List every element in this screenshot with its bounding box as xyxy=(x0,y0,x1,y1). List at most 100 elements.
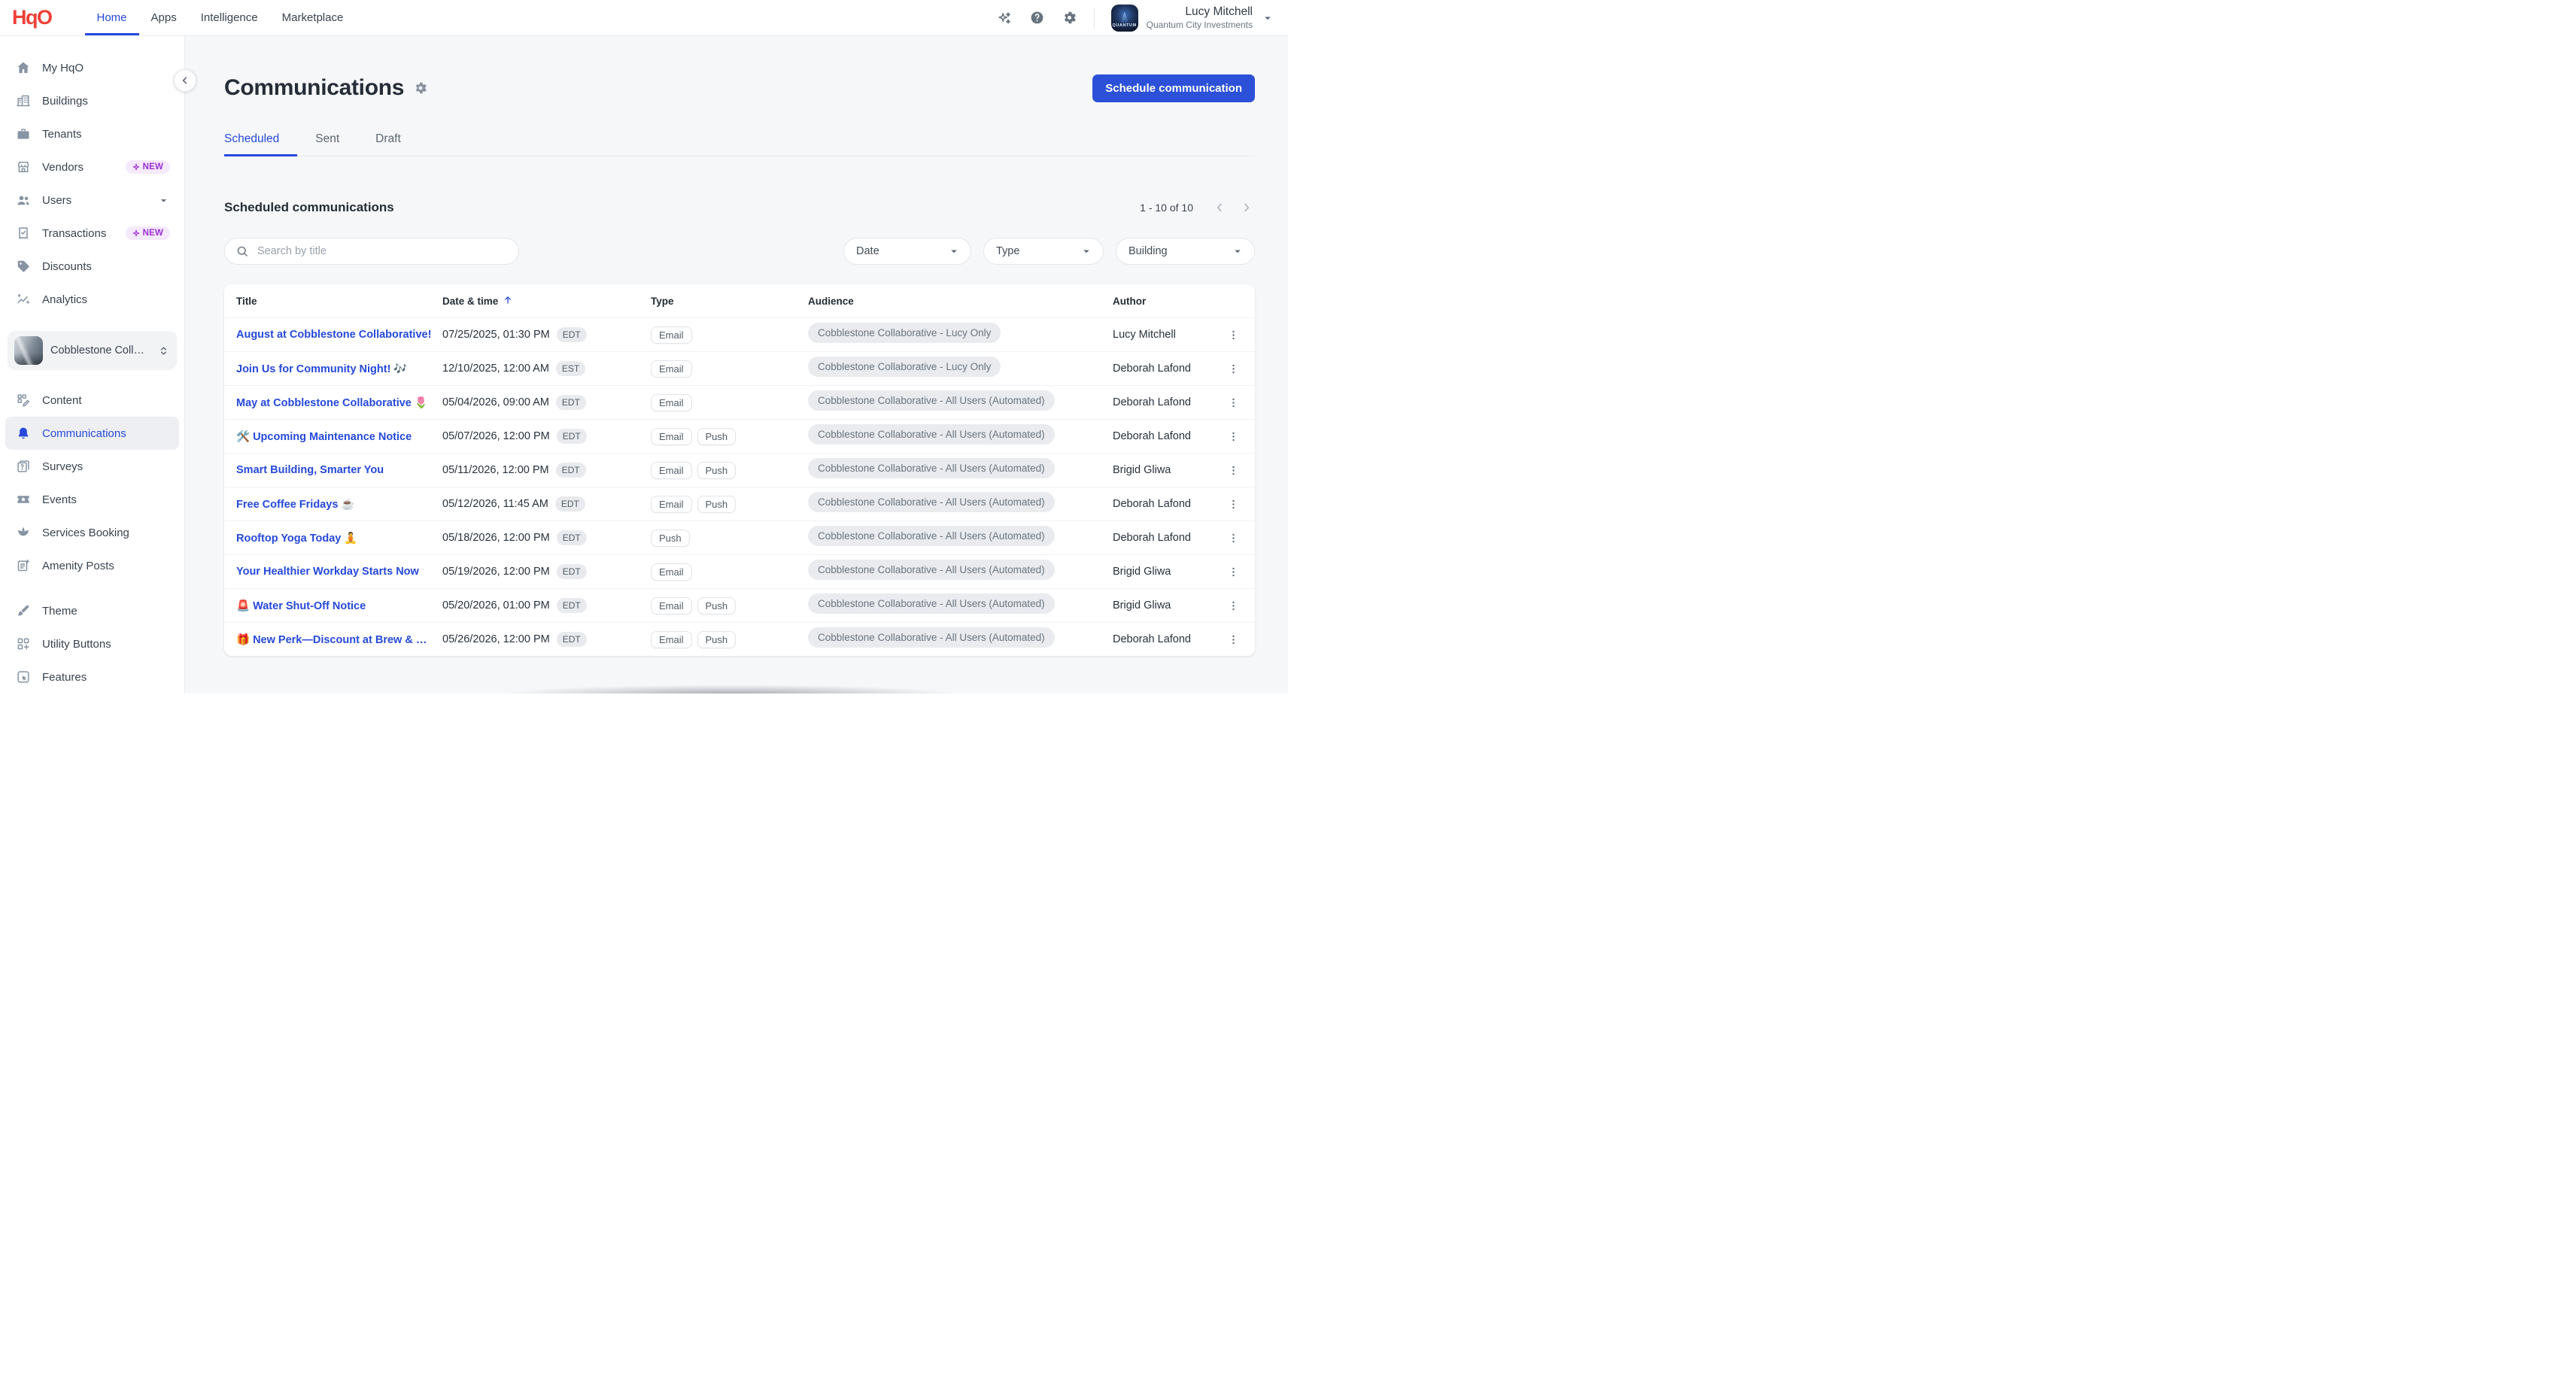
communication-title-link[interactable]: 🎁 New Perk—Discount at Brew & Be… xyxy=(236,633,442,646)
row-actions-kebab-icon[interactable] xyxy=(1225,428,1242,445)
communication-title-link[interactable]: Rooftop Yoga Today 🧘 xyxy=(236,532,442,545)
sidebar-item-features[interactable]: Features xyxy=(5,660,179,694)
sidebar-item-discounts[interactable]: Discounts xyxy=(5,250,179,283)
communication-title-link[interactable]: Join Us for Community Night! 🎶 xyxy=(236,363,442,375)
tab-sent[interactable]: Sent xyxy=(315,132,357,156)
events-icon xyxy=(16,492,31,507)
row-actions-kebab-icon[interactable] xyxy=(1225,530,1242,547)
main-content: Communications Schedule communication Sc… xyxy=(185,36,1288,694)
help-icon[interactable] xyxy=(1029,10,1045,26)
building-selector-label: Cobblestone Collabo… xyxy=(50,344,150,357)
communication-title-link[interactable]: August at Cobblestone Collaborative! xyxy=(236,329,442,341)
communication-title-link[interactable]: Smart Building, Smarter You xyxy=(236,464,442,476)
topbar-divider xyxy=(1094,8,1095,28)
sidebar-settings-group: Theme Utility Buttons Features xyxy=(0,594,184,694)
type-badge: Email xyxy=(651,462,692,479)
column-header-type[interactable]: Type xyxy=(651,296,808,307)
row-types: Email xyxy=(651,360,808,378)
nav-item-marketplace[interactable]: Marketplace xyxy=(270,0,356,35)
user-menu[interactable]: QUANTUM Lucy Mitchell Quantum City Inves… xyxy=(1111,5,1274,32)
type-badge: Email xyxy=(651,394,692,411)
type-badge: Email xyxy=(651,631,692,648)
communication-title-link[interactable]: 🛠️ Upcoming Maintenance Notice xyxy=(236,430,442,443)
sidebar-item-theme[interactable]: Theme xyxy=(5,594,179,627)
analytics-icon xyxy=(16,292,31,307)
search-input[interactable] xyxy=(256,244,508,258)
table-row: 🎁 New Perk—Discount at Brew & Be… 05/26/… xyxy=(224,622,1255,656)
row-date: 05/18/2026, 12:00 PM xyxy=(442,532,550,544)
sort-ascending-icon xyxy=(503,295,513,308)
sidebar-item-transactions[interactable]: Transactions NEW xyxy=(5,217,179,250)
row-author: Brigid Gliwa xyxy=(1113,599,1209,612)
sidebar-item-amenity-posts[interactable]: Amenity Posts xyxy=(5,549,179,582)
row-actions-kebab-icon[interactable] xyxy=(1225,360,1242,378)
column-header-audience[interactable]: Audience xyxy=(808,296,1113,307)
row-author: Lucy Mitchell xyxy=(1113,329,1209,341)
audience-badge: Cobblestone Collaborative - All Users (A… xyxy=(808,627,1055,648)
row-actions-kebab-icon[interactable] xyxy=(1225,631,1242,648)
column-header-date-time[interactable]: Date & time xyxy=(442,295,651,308)
row-actions-kebab-icon[interactable] xyxy=(1225,597,1242,615)
row-author: Brigid Gliwa xyxy=(1113,566,1209,578)
row-actions-kebab-icon[interactable] xyxy=(1225,326,1242,344)
row-actions-kebab-icon[interactable] xyxy=(1225,394,1242,411)
chevron-down-icon xyxy=(1231,244,1244,258)
spa-icon xyxy=(16,525,31,540)
row-actions-kebab-icon[interactable] xyxy=(1225,462,1242,479)
filter-date[interactable]: Date xyxy=(843,238,971,265)
home-icon xyxy=(16,60,31,75)
top-bar: HqO Home Apps Intelligence Marketplace Q… xyxy=(0,0,1288,36)
row-author: Deborah Lafond xyxy=(1113,396,1209,408)
sidebar-item-events[interactable]: Events xyxy=(5,483,179,516)
pagination-prev-icon[interactable] xyxy=(1211,199,1228,216)
communications-settings-gear-icon[interactable] xyxy=(413,80,428,96)
tab-draft[interactable]: Draft xyxy=(375,132,419,156)
communication-title-link[interactable]: Free Coffee Fridays ☕ xyxy=(236,498,442,511)
row-author: Deborah Lafond xyxy=(1113,363,1209,375)
pagination-next-icon[interactable] xyxy=(1238,199,1255,216)
type-badge: Push xyxy=(697,462,737,479)
sidebar-item-tenants[interactable]: Tenants xyxy=(5,117,179,150)
row-author: Deborah Lafond xyxy=(1113,498,1209,510)
row-types: Email Push xyxy=(651,462,808,479)
filter-type[interactable]: Type xyxy=(983,238,1104,265)
sidebar-item-analytics[interactable]: Analytics xyxy=(5,283,179,316)
type-badge: Push xyxy=(697,631,737,648)
sidebar-item-services-booking[interactable]: Services Booking xyxy=(5,516,179,549)
settings-icon[interactable] xyxy=(1062,10,1077,26)
section-title: Scheduled communications xyxy=(224,200,394,215)
audience-badge: Cobblestone Collaborative - All Users (A… xyxy=(808,390,1055,411)
sidebar-item-users[interactable]: Users xyxy=(5,184,179,217)
communication-title-link[interactable]: May at Cobblestone Collaborative 🌷 xyxy=(236,396,442,409)
chevron-down-icon xyxy=(1261,11,1274,25)
sparkles-icon[interactable] xyxy=(996,10,1013,26)
building-selector[interactable]: Cobblestone Collabo… xyxy=(8,331,177,370)
table-row: Rooftop Yoga Today 🧘 05/18/2026, 12:00 P… xyxy=(224,521,1255,554)
sidebar-item-my-hqo[interactable]: My HqO xyxy=(5,51,179,84)
filter-building[interactable]: Building xyxy=(1116,238,1255,265)
sidebar-item-buildings[interactable]: Buildings xyxy=(5,84,179,117)
pagination: 1 - 10 of 10 xyxy=(1140,199,1255,216)
sidebar-item-surveys[interactable]: Surveys xyxy=(5,450,179,483)
storefront-icon xyxy=(16,159,31,175)
tab-scheduled[interactable]: Scheduled xyxy=(224,132,297,156)
column-header-title[interactable]: Title xyxy=(236,296,442,307)
type-badge: Email xyxy=(651,597,692,615)
table-row: Free Coffee Fridays ☕ 05/12/2026, 11:45 … xyxy=(224,487,1255,521)
communication-title-link[interactable]: 🚨 Water Shut-Off Notice xyxy=(236,599,442,612)
sidebar-item-vendors[interactable]: Vendors NEW xyxy=(5,150,179,184)
sidebar-collapse-button[interactable] xyxy=(174,69,196,92)
row-author: Deborah Lafond xyxy=(1113,633,1209,645)
column-header-author[interactable]: Author xyxy=(1113,296,1209,307)
sidebar-item-utility-buttons[interactable]: Utility Buttons xyxy=(5,627,179,660)
communication-title-link[interactable]: Your Healthier Workday Starts Now xyxy=(236,566,442,578)
row-actions-kebab-icon[interactable] xyxy=(1225,496,1242,513)
row-actions-kebab-icon[interactable] xyxy=(1225,563,1242,581)
schedule-communication-button[interactable]: Schedule communication xyxy=(1092,74,1255,102)
sidebar-item-communications[interactable]: Communications xyxy=(5,417,179,450)
nav-item-apps[interactable]: Apps xyxy=(139,0,189,35)
sidebar-item-content[interactable]: Content xyxy=(5,384,179,417)
hqo-logo[interactable]: HqO xyxy=(12,6,52,29)
nav-item-home[interactable]: Home xyxy=(85,0,139,35)
nav-item-intelligence[interactable]: Intelligence xyxy=(189,0,270,35)
